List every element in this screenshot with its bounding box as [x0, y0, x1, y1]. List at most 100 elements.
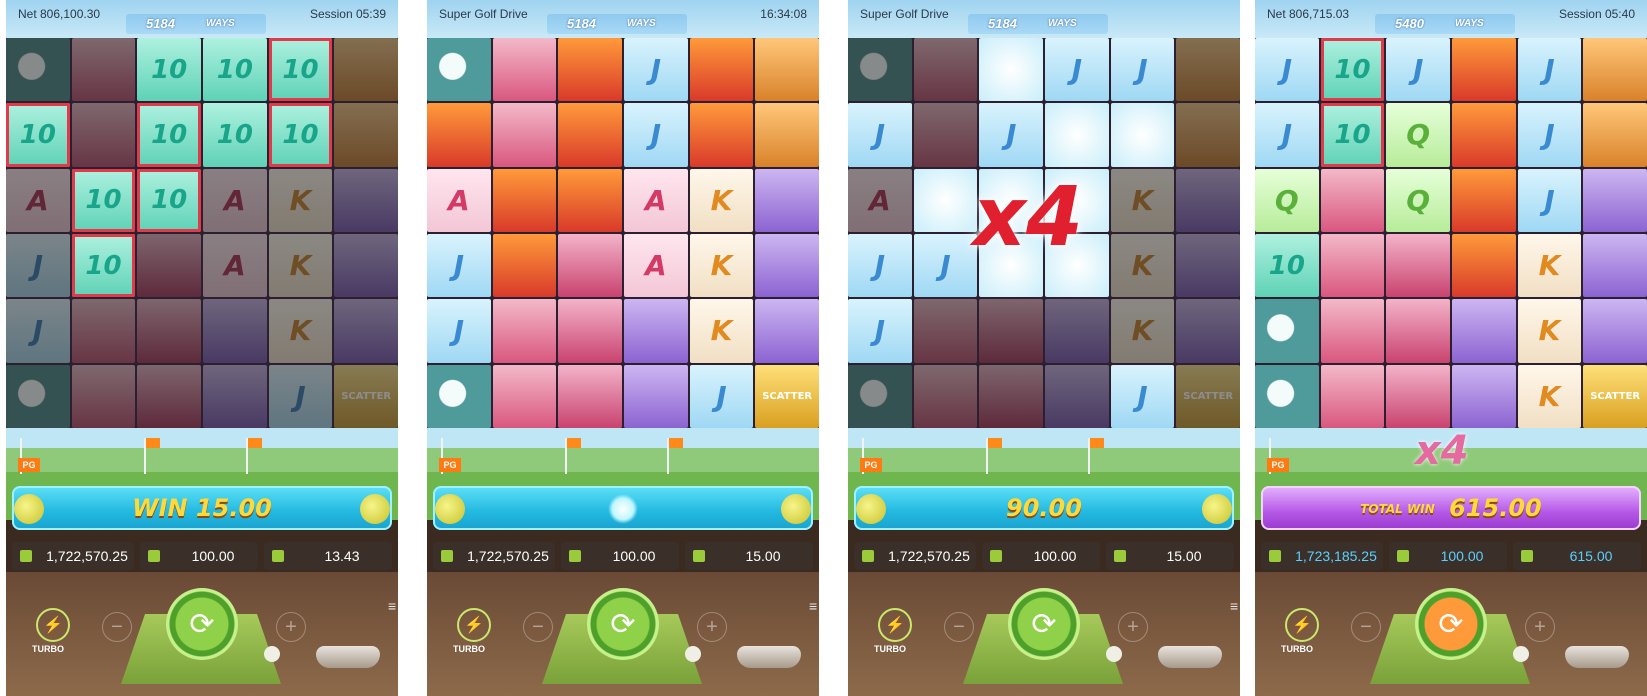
balance-value: 1,723,185.25: [1295, 548, 1377, 564]
reel-grid: J 10 J J J 10 Q J Q Q J 10 K K K SCATTER: [1255, 38, 1647, 428]
golfer-girl-symbol: [71, 299, 136, 363]
game-title: Super Golf Drive: [860, 7, 949, 21]
ways-counter: 5184 WAYS: [547, 14, 687, 34]
bet-display[interactable]: 100.00: [140, 542, 258, 570]
win-display-value: 13.43: [324, 548, 360, 564]
top-bar: Super Golf Drive 5184 WAYS 16:34:08: [427, 0, 819, 38]
pg-flag: PG: [439, 458, 461, 472]
menu-icon: ≡: [388, 598, 397, 614]
win-icon: [693, 550, 705, 562]
win-icon: [1521, 550, 1533, 562]
ten-symbol: 10: [71, 233, 136, 298]
golf-bag-symbol: [558, 233, 622, 298]
bet-value: 100.00: [612, 548, 656, 564]
glove-symbol: [1176, 168, 1240, 232]
coins-icon: [148, 550, 160, 562]
bet-display[interactable]: 100.00: [1389, 542, 1507, 570]
ways-label: WAYS: [627, 18, 656, 29]
session-readout: Session 05:40: [1558, 7, 1635, 21]
scatter-symbol: SCATTER: [334, 364, 398, 428]
stats-row: 1,723,185.25 100.00 615.00: [1255, 536, 1647, 572]
decrease-bet-button[interactable]: −: [1351, 612, 1381, 642]
net-readout: Net 806,715.03: [1267, 7, 1350, 21]
balance-display: 1,723,185.25: [1261, 542, 1383, 570]
bet-display[interactable]: 100.00: [561, 542, 679, 570]
glove-symbol: [1583, 168, 1647, 232]
a-symbol: A: [203, 168, 267, 232]
win-label: WIN: [132, 494, 188, 522]
increase-bet-button[interactable]: +: [1118, 612, 1148, 642]
turbo-button[interactable]: ⚡: [878, 608, 912, 642]
k-symbol: K: [268, 299, 333, 363]
golf-bag-symbol: [558, 299, 622, 363]
lightning-icon: ⚡: [464, 617, 484, 634]
golf-cart-symbol: [1176, 38, 1240, 102]
flag: [567, 438, 581, 448]
win-display: 15.00: [1106, 542, 1234, 570]
top-bar: Net 806,715.03 5480 WAYS Session 05:40: [1255, 0, 1647, 38]
scatter-symbol: SCATTER: [1176, 364, 1240, 428]
win-display-value: 615.00: [1569, 548, 1613, 564]
control-area: ⚡ TURBO − ⟳ + ≡: [6, 572, 398, 696]
decrease-bet-button[interactable]: −: [102, 612, 132, 642]
decrease-bet-button[interactable]: −: [523, 612, 553, 642]
increase-bet-button[interactable]: +: [276, 612, 306, 642]
golf-ball-symbol: [427, 364, 491, 428]
spin-arrows-icon: ⟳: [1031, 607, 1057, 641]
k-symbol: K: [689, 299, 754, 363]
golf-ball-icon: [435, 494, 465, 524]
turbo-label: TURBO: [1281, 644, 1313, 654]
spin-button[interactable]: ⟳: [166, 588, 238, 660]
ways-label: WAYS: [1048, 18, 1077, 29]
turbo-button[interactable]: ⚡: [36, 608, 70, 642]
golf-bag-symbol: [137, 364, 201, 428]
lightning-icon: ⚡: [1292, 617, 1312, 634]
golfer-girl-symbol: [913, 38, 978, 102]
turbo-button[interactable]: ⚡: [1285, 608, 1319, 642]
j-symbol: J: [6, 299, 70, 363]
bet-display[interactable]: 100.00: [982, 542, 1100, 570]
golfer-girl-symbol: [492, 299, 557, 363]
spin-button[interactable]: ⟳: [587, 588, 659, 660]
turbo-label: TURBO: [453, 644, 485, 654]
menu-button[interactable]: ≡: [382, 599, 396, 613]
menu-button[interactable]: ≡: [1224, 599, 1238, 613]
j-symbol: J: [624, 103, 688, 167]
reel-grid: 10 10 10 10 10 10 10 A 10 10 A K J 10 A …: [6, 38, 398, 428]
spin-button[interactable]: ⟳: [1008, 588, 1080, 660]
decrease-bet-button[interactable]: −: [944, 612, 974, 642]
top-bar: Super Golf Drive 5184 WAYS: [848, 0, 1240, 38]
game-title: Super Golf Drive: [439, 7, 528, 21]
k-symbol: K: [689, 233, 754, 298]
stats-row: 1,722,570.25 100.00 13.43: [6, 536, 398, 572]
win-amount: 90.00: [854, 494, 1234, 522]
golf-cart-symbol: [755, 103, 819, 167]
golfer-girl-symbol: [71, 364, 136, 428]
k-symbol: K: [1517, 299, 1582, 363]
win-value: 90.00: [1006, 494, 1082, 522]
plus-icon: +: [1534, 615, 1546, 638]
increase-bet-button[interactable]: +: [1525, 612, 1555, 642]
a-symbol: A: [6, 168, 70, 232]
j-symbol: J: [689, 364, 754, 428]
golfer-girl-symbol: [1320, 299, 1385, 363]
increase-bet-button[interactable]: +: [697, 612, 727, 642]
j-symbol: J: [848, 299, 912, 363]
silhouette-symbol: [558, 38, 622, 102]
turbo-button[interactable]: ⚡: [457, 608, 491, 642]
ways-label: WAYS: [1455, 18, 1484, 29]
ways-label: WAYS: [206, 18, 235, 29]
glow-effect: [608, 494, 638, 524]
golf-ball-symbol: [848, 364, 912, 428]
j-symbol: J: [624, 38, 688, 102]
game-screen-2: Super Golf Drive 5184 WAYS 16:34:08 J J …: [427, 0, 819, 696]
j-symbol: J: [1110, 364, 1175, 428]
ten-symbol: 10: [1320, 38, 1385, 102]
golf-ball-icon: [781, 494, 811, 524]
spin-button[interactable]: ⟳: [1415, 588, 1487, 660]
session-readout: Session 05:39: [309, 7, 386, 21]
menu-button[interactable]: ≡: [803, 599, 817, 613]
j-symbol: J: [1517, 38, 1582, 102]
scatter-symbol: SCATTER: [1583, 364, 1647, 428]
win-display: 13.43: [264, 542, 392, 570]
